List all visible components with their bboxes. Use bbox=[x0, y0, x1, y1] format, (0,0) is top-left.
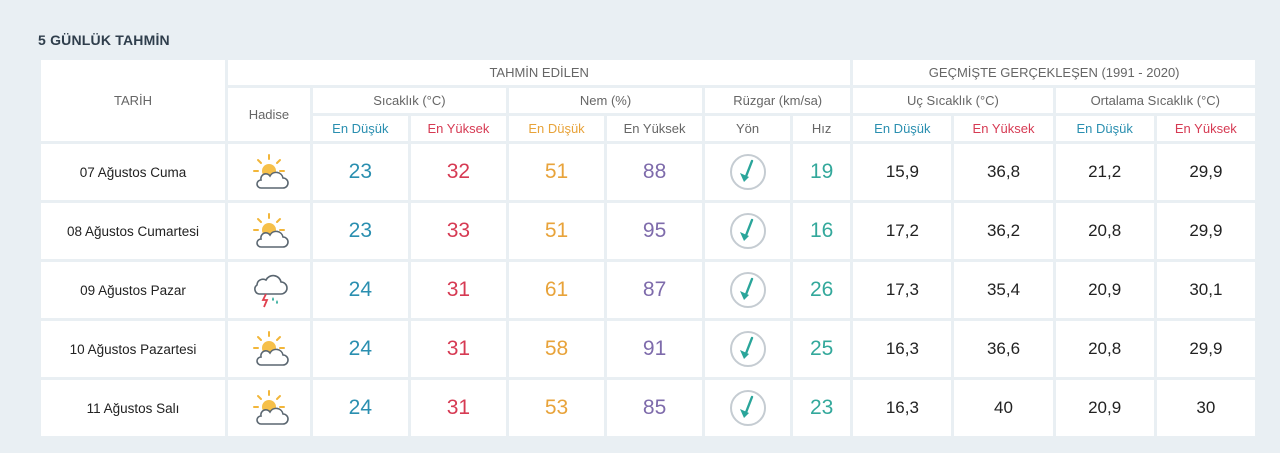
row-extreme-low: 17,2 bbox=[853, 203, 952, 259]
row-temp-high: 31 bbox=[410, 262, 506, 318]
partly-cloudy-icon bbox=[247, 329, 291, 369]
row-avg-high: 30 bbox=[1156, 380, 1255, 436]
subheader-hum-low: En Düşük bbox=[508, 116, 605, 141]
row-extreme-high: 36,6 bbox=[954, 321, 1053, 377]
table-row: 07 Ağustos Cuma 23 32 51 88 19 15,9 36,8… bbox=[41, 144, 1255, 200]
row-extreme-low: 16,3 bbox=[853, 380, 952, 436]
wind-direction-icon bbox=[728, 388, 768, 428]
row-avg-low: 20,9 bbox=[1055, 262, 1154, 318]
header-forecast: TAHMİN EDİLEN bbox=[228, 60, 851, 85]
wind-direction-icon bbox=[728, 270, 768, 310]
row-avg-high: 29,9 bbox=[1156, 144, 1255, 200]
row-wind-speed: 19 bbox=[792, 144, 851, 200]
row-temp-low: 23 bbox=[312, 203, 408, 259]
header-wind: Rüzgar (km/sa) bbox=[705, 88, 851, 113]
row-temp-high: 31 bbox=[410, 321, 506, 377]
row-wind-dir bbox=[705, 380, 790, 436]
row-hum-high: 91 bbox=[607, 321, 703, 377]
row-temp-low: 24 bbox=[312, 321, 408, 377]
table-row: 09 Ağustos Pazar 24 31 61 87 26 17,3 35,… bbox=[41, 262, 1255, 318]
row-extreme-high: 40 bbox=[954, 380, 1053, 436]
row-weather bbox=[228, 321, 310, 377]
row-weather bbox=[228, 203, 310, 259]
row-wind-dir bbox=[705, 144, 790, 200]
row-wind-speed: 26 bbox=[792, 262, 851, 318]
header-date: TARİH bbox=[41, 60, 226, 141]
subheader-avg-high: En Yüksek bbox=[1156, 116, 1255, 141]
row-extreme-high: 35,4 bbox=[954, 262, 1053, 318]
row-wind-speed: 25 bbox=[792, 321, 851, 377]
header-average-temp: Ortalama Sıcaklık (°C) bbox=[1055, 88, 1255, 113]
row-temp-low: 23 bbox=[312, 144, 408, 200]
wind-direction-icon bbox=[728, 329, 768, 369]
row-extreme-high: 36,8 bbox=[954, 144, 1053, 200]
row-temp-low: 24 bbox=[312, 262, 408, 318]
header-humidity: Nem (%) bbox=[508, 88, 703, 113]
row-hum-low: 61 bbox=[508, 262, 605, 318]
row-hum-low: 51 bbox=[508, 203, 605, 259]
forecast-panel: 5 GÜNLÜK TAHMİN TARİH TAHMİN EDİLEN GEÇM… bbox=[0, 0, 1280, 453]
row-wind-dir bbox=[705, 262, 790, 318]
header-event: Hadise bbox=[228, 88, 310, 141]
row-extreme-high: 36,2 bbox=[954, 203, 1053, 259]
row-avg-low: 21,2 bbox=[1055, 144, 1154, 200]
row-hum-high: 85 bbox=[607, 380, 703, 436]
header-historical: GEÇMİŞTE GERÇEKLEŞEN (1991 - 2020) bbox=[853, 60, 1255, 85]
row-avg-high: 30,1 bbox=[1156, 262, 1255, 318]
subheader-wind-dir: Yön bbox=[705, 116, 790, 141]
subheader-extreme-low: En Düşük bbox=[853, 116, 952, 141]
table-row: 11 Ağustos Salı 24 31 53 85 23 16,3 40 2… bbox=[41, 380, 1255, 436]
row-hum-high: 95 bbox=[607, 203, 703, 259]
row-hum-low: 53 bbox=[508, 380, 605, 436]
row-hum-low: 58 bbox=[508, 321, 605, 377]
table-row: 08 Ağustos Cumartesi 23 33 51 95 16 17,2… bbox=[41, 203, 1255, 259]
row-wind-speed: 16 bbox=[792, 203, 851, 259]
subheader-extreme-high: En Yüksek bbox=[954, 116, 1053, 141]
row-avg-low: 20,9 bbox=[1055, 380, 1154, 436]
row-date: 10 Ağustos Pazartesi bbox=[41, 321, 226, 377]
row-hum-high: 87 bbox=[607, 262, 703, 318]
row-hum-low: 51 bbox=[508, 144, 605, 200]
row-weather bbox=[228, 262, 310, 318]
row-temp-high: 32 bbox=[410, 144, 506, 200]
row-wind-dir bbox=[705, 203, 790, 259]
subheader-temp-low: En Düşük bbox=[312, 116, 408, 141]
row-wind-speed: 23 bbox=[792, 380, 851, 436]
row-date: 08 Ağustos Cumartesi bbox=[41, 203, 226, 259]
row-hum-high: 88 bbox=[607, 144, 703, 200]
row-avg-high: 29,9 bbox=[1156, 321, 1255, 377]
row-temp-high: 33 bbox=[410, 203, 506, 259]
thunderstorm-rain-icon bbox=[247, 270, 291, 310]
row-avg-high: 29,9 bbox=[1156, 203, 1255, 259]
row-temp-high: 31 bbox=[410, 380, 506, 436]
row-weather bbox=[228, 380, 310, 436]
row-avg-low: 20,8 bbox=[1055, 203, 1154, 259]
row-date: 09 Ağustos Pazar bbox=[41, 262, 226, 318]
row-avg-low: 20,8 bbox=[1055, 321, 1154, 377]
wind-direction-icon bbox=[728, 152, 768, 192]
row-temp-low: 24 bbox=[312, 380, 408, 436]
section-title: 5 GÜNLÜK TAHMİN bbox=[38, 32, 170, 48]
subheader-wind-speed: Hız bbox=[792, 116, 851, 141]
row-extreme-low: 15,9 bbox=[853, 144, 952, 200]
row-extreme-low: 17,3 bbox=[853, 262, 952, 318]
row-date: 07 Ağustos Cuma bbox=[41, 144, 226, 200]
table-row: 10 Ağustos Pazartesi 24 31 58 91 25 16,3… bbox=[41, 321, 1255, 377]
partly-cloudy-icon bbox=[247, 211, 291, 251]
forecast-table: TARİH TAHMİN EDİLEN GEÇMİŞTE GERÇEKLEŞEN… bbox=[38, 57, 1258, 439]
header-temperature: Sıcaklık (°C) bbox=[312, 88, 506, 113]
subheader-temp-high: En Yüksek bbox=[410, 116, 506, 141]
partly-cloudy-icon bbox=[247, 388, 291, 428]
header-extreme-temp: Uç Sıcaklık (°C) bbox=[853, 88, 1053, 113]
subheader-avg-low: En Düşük bbox=[1055, 116, 1154, 141]
subheader-hum-high: En Yüksek bbox=[607, 116, 703, 141]
row-wind-dir bbox=[705, 321, 790, 377]
row-date: 11 Ağustos Salı bbox=[41, 380, 226, 436]
row-weather bbox=[228, 144, 310, 200]
partly-cloudy-icon bbox=[247, 152, 291, 192]
wind-direction-icon bbox=[728, 211, 768, 251]
row-extreme-low: 16,3 bbox=[853, 321, 952, 377]
